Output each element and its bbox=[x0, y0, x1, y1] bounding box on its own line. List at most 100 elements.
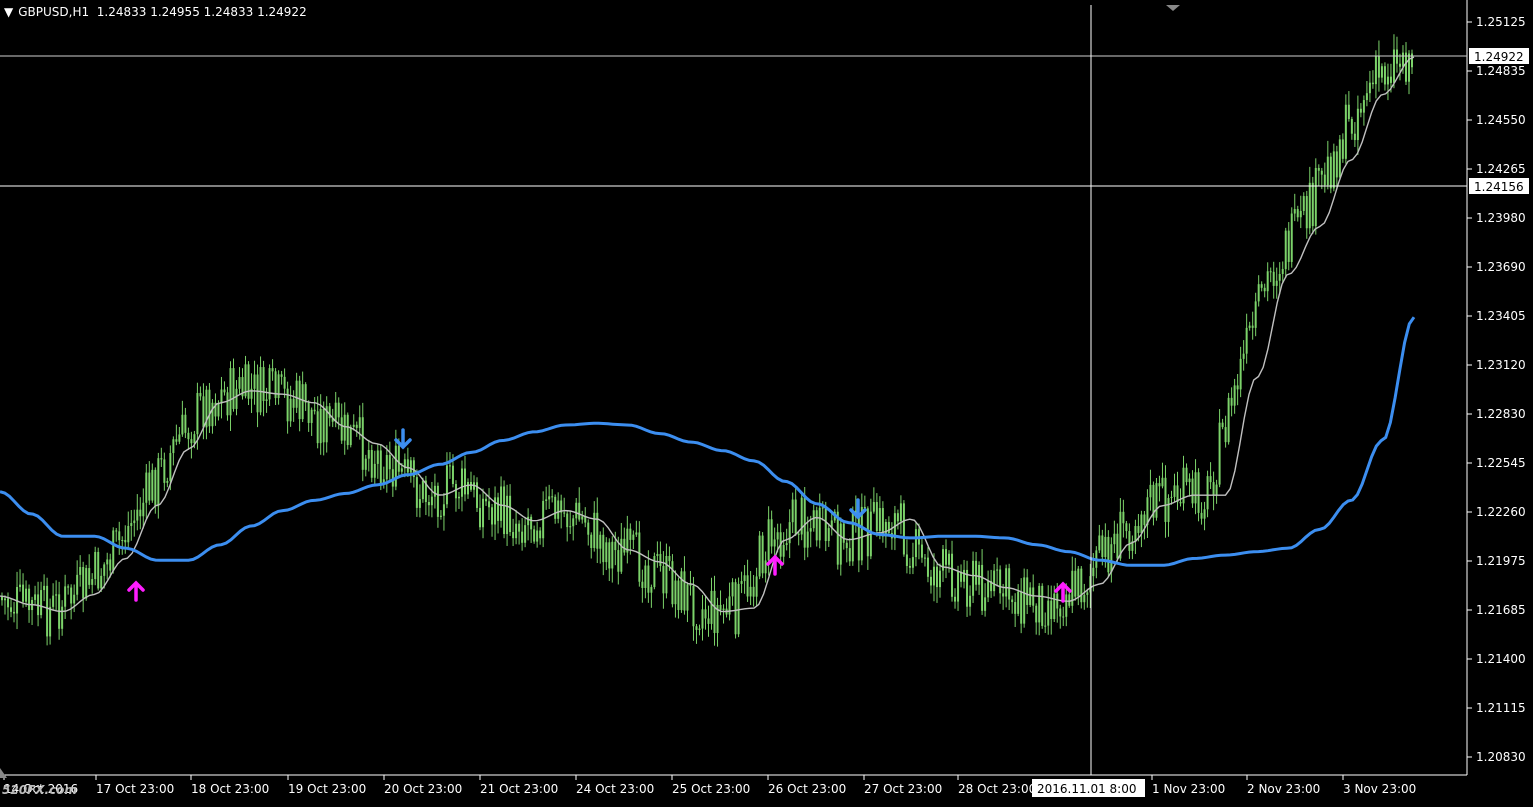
candle-body bbox=[1212, 482, 1215, 496]
candle-body bbox=[932, 566, 935, 586]
candle-body bbox=[984, 597, 987, 611]
candle-body bbox=[124, 539, 127, 543]
candle-body bbox=[88, 568, 91, 585]
candle-body bbox=[199, 392, 202, 397]
candle-body bbox=[1302, 196, 1305, 211]
candle-body bbox=[993, 570, 996, 592]
candle-body bbox=[1299, 210, 1302, 218]
candle-body bbox=[286, 388, 289, 422]
candle-body bbox=[1062, 616, 1065, 618]
candle-body bbox=[1098, 535, 1101, 551]
candle-body bbox=[512, 532, 515, 539]
candle-body bbox=[418, 499, 421, 508]
candle-body bbox=[1077, 568, 1080, 597]
candle-body bbox=[617, 550, 620, 572]
candle-body bbox=[13, 611, 16, 614]
candle-body bbox=[608, 542, 611, 569]
candle-body bbox=[1026, 577, 1029, 605]
candle-body bbox=[635, 532, 638, 535]
candle-body bbox=[851, 510, 854, 562]
candle-body bbox=[638, 532, 641, 582]
time-tick-label: 24 Oct 23:00 bbox=[576, 782, 654, 796]
candle-body bbox=[1140, 514, 1143, 533]
candle-body bbox=[259, 367, 262, 413]
candle-body bbox=[340, 417, 343, 441]
chart-shift-marker[interactable] bbox=[1166, 5, 1180, 11]
candle-body bbox=[1113, 533, 1116, 545]
candle-body bbox=[863, 506, 866, 509]
candle-body bbox=[160, 458, 163, 460]
candle-body bbox=[154, 469, 157, 507]
candle-body bbox=[752, 586, 755, 597]
candle-body bbox=[755, 576, 758, 597]
candle-body bbox=[782, 544, 785, 557]
candle-body bbox=[1332, 151, 1335, 189]
candle-body bbox=[463, 468, 466, 495]
candle-body bbox=[572, 518, 575, 527]
candle-body bbox=[1158, 483, 1161, 487]
candle-body bbox=[524, 525, 527, 543]
watermark-logo: 520FX.com bbox=[2, 783, 77, 797]
candle-body bbox=[611, 541, 614, 569]
candle-body bbox=[1194, 472, 1197, 504]
fast-moving-average-line bbox=[0, 56, 1415, 613]
candle-body bbox=[491, 507, 494, 525]
candle-body bbox=[337, 402, 340, 418]
price-tick-label: 1.23120 bbox=[1476, 358, 1526, 372]
candle-body bbox=[680, 571, 683, 611]
candle-body bbox=[794, 499, 797, 534]
candle-body bbox=[1038, 585, 1041, 623]
dropdown-triangle-icon[interactable]: ▼ bbox=[4, 5, 13, 19]
candle-body bbox=[427, 501, 430, 506]
candle-body bbox=[1110, 544, 1113, 573]
candle-body bbox=[599, 534, 602, 549]
candle-body bbox=[181, 414, 184, 435]
candle-body bbox=[1116, 533, 1119, 559]
candle-body bbox=[1050, 600, 1053, 620]
candle-body bbox=[25, 588, 28, 602]
candle-body bbox=[1356, 108, 1359, 141]
candle-body bbox=[1200, 512, 1203, 519]
candle-body bbox=[1287, 230, 1290, 262]
candle-body bbox=[313, 409, 316, 412]
time-tick-label: 25 Oct 23:00 bbox=[672, 782, 750, 796]
chart-window[interactable]: 1.25125 1.24835 1.24550 1.24265 1.23980 1.236… bbox=[0, 0, 1533, 803]
time-axis[interactable]: 14 Oct 2016 17 Oct 23:00 18 Oct 23:00 19 Oc… bbox=[3, 775, 1416, 796]
candle-body bbox=[79, 567, 82, 575]
candle-body bbox=[466, 481, 469, 495]
candle-body bbox=[55, 594, 58, 596]
time-tick-label: 17 Oct 23:00 bbox=[96, 782, 174, 796]
candle-body bbox=[911, 557, 914, 568]
crosshair-price-label: 1.24156 bbox=[1474, 180, 1524, 194]
candle-body bbox=[923, 557, 926, 559]
candle-body bbox=[914, 529, 917, 558]
time-tick-label: 18 Oct 23:00 bbox=[191, 782, 269, 796]
candle-body bbox=[52, 595, 55, 607]
candle-body bbox=[485, 498, 488, 502]
price-tick-label: 1.24835 bbox=[1476, 64, 1526, 78]
candle-body bbox=[1164, 477, 1167, 522]
candle-body bbox=[527, 516, 530, 526]
candle-body bbox=[217, 403, 220, 417]
candle-body bbox=[76, 574, 79, 595]
candle-body bbox=[283, 376, 286, 389]
candle-body bbox=[1383, 66, 1386, 85]
candle-body bbox=[1371, 82, 1374, 85]
candle-body bbox=[82, 567, 85, 599]
candle-body bbox=[1404, 52, 1407, 82]
candle-body bbox=[713, 590, 716, 634]
candle-body bbox=[364, 458, 367, 470]
candle-body bbox=[73, 594, 76, 604]
candle-body bbox=[1281, 269, 1284, 275]
candle-body bbox=[1347, 104, 1350, 119]
price-chart[interactable]: 1.25125 1.24835 1.24550 1.24265 1.23980 1.236… bbox=[0, 0, 1533, 803]
candle-body bbox=[223, 389, 226, 393]
price-axis[interactable]: 1.25125 1.24835 1.24550 1.24265 1.23980 1.236… bbox=[1467, 15, 1526, 764]
candle-body bbox=[148, 472, 151, 501]
candle-body bbox=[379, 450, 382, 484]
candle-body bbox=[70, 587, 73, 604]
time-tick-label: 3 Nov 23:00 bbox=[1343, 782, 1416, 796]
price-tick-label: 1.20830 bbox=[1476, 750, 1526, 764]
candle-body bbox=[1236, 385, 1239, 390]
candle-body bbox=[46, 585, 49, 637]
